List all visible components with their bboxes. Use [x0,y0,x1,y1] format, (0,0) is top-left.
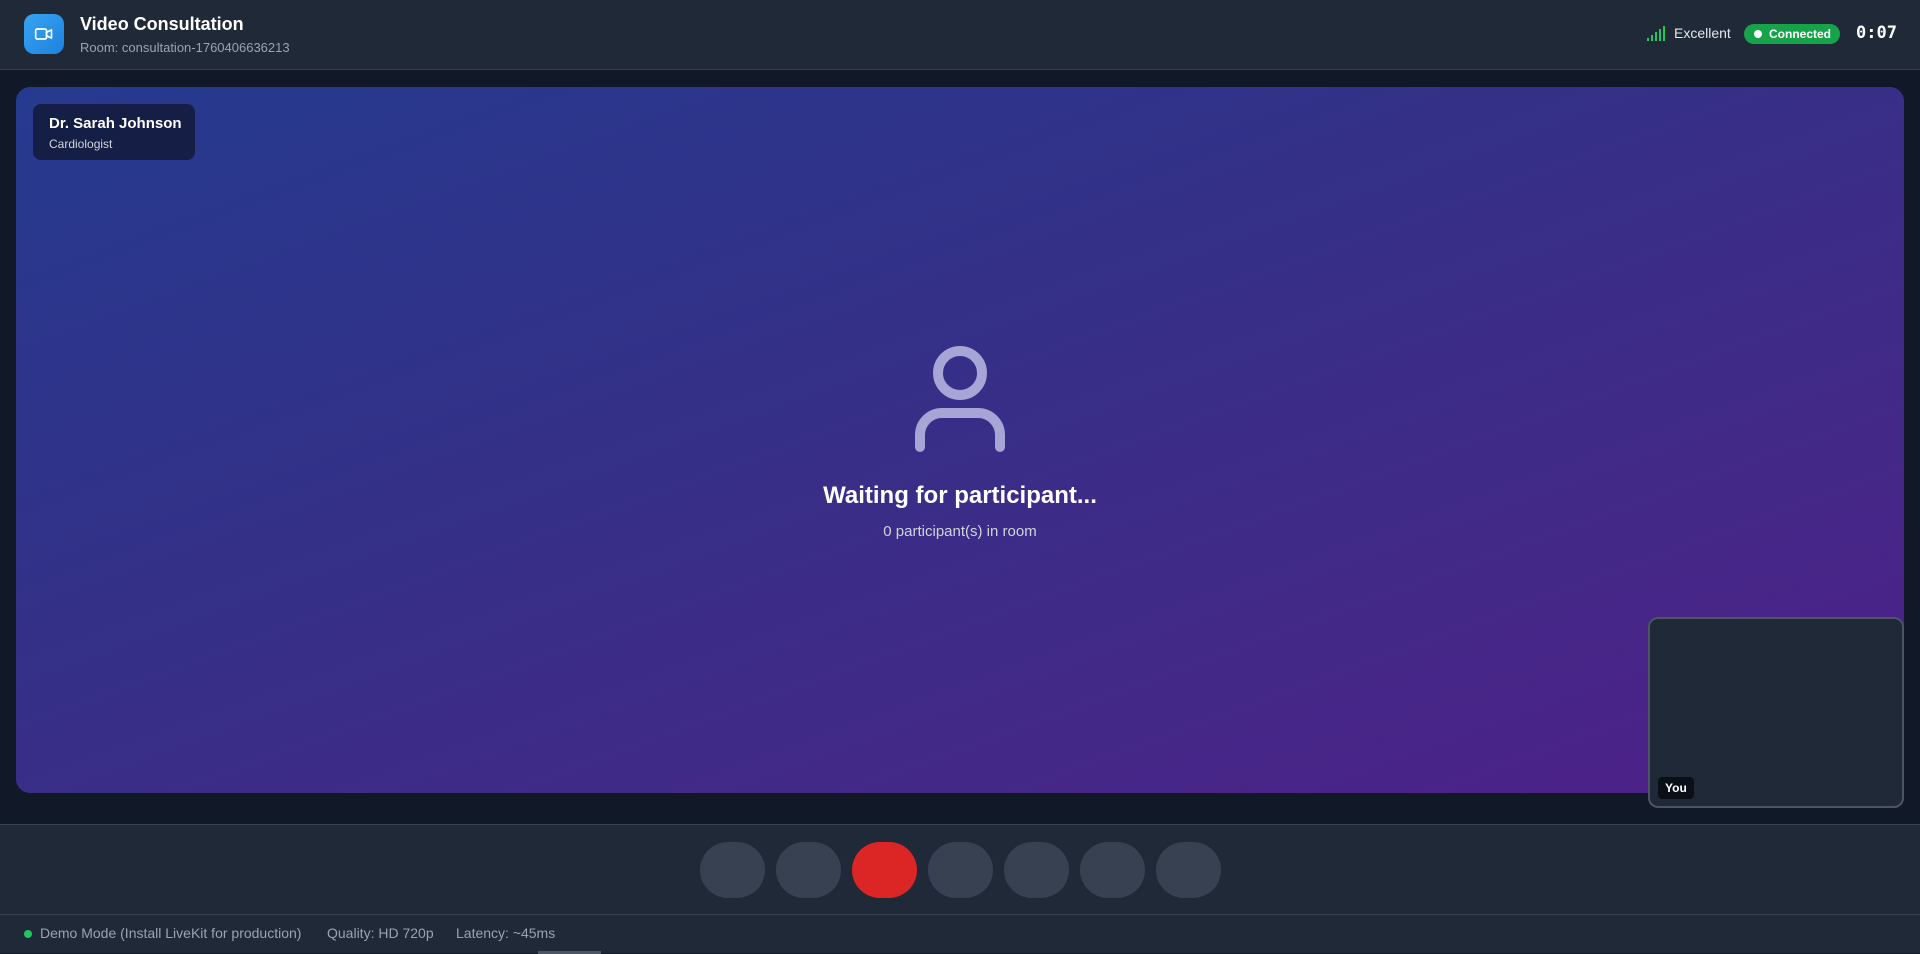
participant-role: Cardiologist [49,137,113,151]
participant-count: 0 participant(s) in room [883,523,1037,540]
user-icon [915,346,1005,452]
signal-bars-icon [1647,26,1667,41]
video-quality-text: Quality: HD 720p [327,925,434,941]
control-button-1[interactable] [700,842,765,898]
app-logo [24,14,64,54]
video-camera-icon [34,28,53,40]
top-bar: Video Consultation Room: consultation-17… [0,0,1920,70]
connection-status-badge: Connected [1744,24,1840,44]
status-label: Connected [1769,27,1832,41]
participant-name-tag: Dr. Sarah Johnson Cardiologist [33,104,195,160]
demo-status-dot-icon [24,930,32,938]
control-button-2[interactable] [776,842,841,898]
latency-text: Latency: ~45ms [456,925,556,941]
waiting-title: Waiting for participant... [823,482,1097,509]
self-video-preview[interactable]: You [1648,617,1904,808]
call-controls [0,824,1920,914]
control-button-5[interactable] [1004,842,1069,898]
self-view-label: You [1658,777,1694,799]
end-call-button[interactable] [852,842,917,898]
page-title: Video Consultation [80,14,244,34]
call-timer: 0:07 [1856,23,1897,43]
connection-quality: Excellent [1674,25,1731,41]
status-dot-icon [1754,30,1762,38]
demo-mode-text: Demo Mode (Install LiveKit for productio… [40,925,302,941]
room-id: Room: consultation-1760406636213 [80,40,290,55]
control-button-7[interactable] [1156,842,1221,898]
control-button-6[interactable] [1080,842,1145,898]
status-bar: Demo Mode (Install LiveKit for productio… [0,914,1920,954]
participant-name: Dr. Sarah Johnson [49,115,182,132]
control-button-4[interactable] [928,842,993,898]
